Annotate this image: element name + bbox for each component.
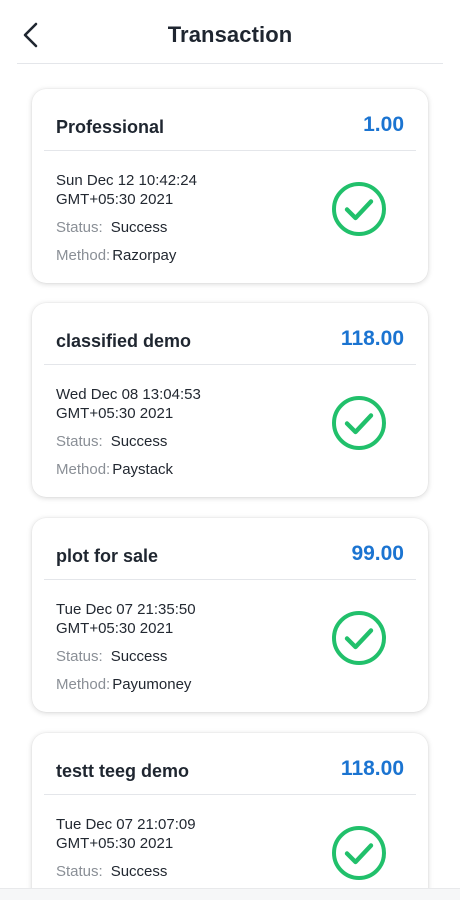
page-title: Transaction: [167, 22, 293, 47]
method-value: Paystack: [112, 461, 174, 478]
transaction-date-line1: Sun Dec 12 10:42:24: [56, 172, 197, 189]
status-label: Status:: [56, 219, 103, 236]
transaction-date-line2: GMT+05:30 2021: [56, 835, 174, 852]
transaction-date: Sun Dec 12 10:42:24 GMT+05:30 2021: [56, 171, 256, 209]
transaction-amount: 1.00: [363, 113, 404, 136]
status-row: Status: Success: [56, 433, 167, 450]
transaction-date: Tue Dec 07 21:07:09 GMT+05:30 2021: [56, 815, 256, 853]
status-value: Success: [110, 863, 168, 880]
status-row: Status: Success: [56, 863, 167, 880]
method-label: Method:: [56, 676, 111, 693]
transaction-title: Professional: [56, 117, 165, 137]
transaction-title: classified demo: [56, 331, 192, 351]
method-value: Payumoney: [112, 676, 192, 693]
card-divider: [44, 150, 416, 151]
status-label: Status:: [56, 648, 103, 665]
method-row: Method: Payumoney: [56, 676, 191, 693]
check-circle-icon: [332, 826, 386, 880]
method-label: Method:: [56, 461, 111, 478]
transaction-amount: 99.00: [351, 542, 404, 565]
status-value: Success: [110, 433, 168, 450]
transaction-title: plot for sale: [56, 546, 159, 566]
transaction-title: testt teeg demo: [56, 761, 190, 781]
bottom-bar: [0, 888, 460, 900]
check-circle-icon: [332, 396, 386, 450]
status-label: Status:: [56, 863, 103, 880]
status-row: Status: Success: [56, 219, 167, 236]
transaction-card[interactable]: testt teeg demo 118.00 Tue Dec 07 21:07:…: [32, 733, 428, 888]
transaction-date: Wed Dec 08 13:04:53 GMT+05:30 2021: [56, 385, 256, 423]
status-label: Status:: [56, 433, 103, 450]
method-row: Method: Razorpay: [56, 247, 176, 264]
status-value: Success: [110, 648, 168, 665]
card-divider: [44, 579, 416, 580]
app-header: Transaction: [0, 0, 460, 64]
transaction-date-line2: GMT+05:30 2021: [56, 405, 174, 422]
transaction-date-line1: Tue Dec 07 21:35:50: [56, 601, 196, 618]
transaction-date-line2: GMT+05:30 2021: [56, 191, 174, 208]
transaction-card[interactable]: Professional 1.00 Sun Dec 12 10:42:24 GM…: [32, 89, 428, 283]
method-value: Razorpay: [112, 247, 177, 264]
transaction-amount: 118.00: [340, 327, 404, 350]
transaction-list[interactable]: Professional 1.00 Sun Dec 12 10:42:24 GM…: [0, 64, 460, 888]
check-circle-icon: [332, 611, 386, 665]
card-divider: [44, 364, 416, 365]
transaction-card[interactable]: classified demo 118.00 Wed Dec 08 13:04:…: [32, 303, 428, 497]
transaction-date-line1: Wed Dec 08 13:04:53: [56, 386, 201, 403]
transaction-date-line1: Tue Dec 07 21:07:09: [56, 816, 196, 833]
transaction-date: Tue Dec 07 21:35:50 GMT+05:30 2021: [56, 600, 256, 638]
transaction-amount: 118.00: [340, 757, 404, 780]
method-row: Method: Paystack: [56, 461, 173, 478]
check-circle-icon: [332, 182, 386, 236]
status-row: Status: Success: [56, 648, 167, 665]
transaction-date-line2: GMT+05:30 2021: [56, 620, 174, 637]
transaction-card[interactable]: plot for sale 99.00 Tue Dec 07 21:35:50 …: [32, 518, 428, 712]
card-divider: [44, 794, 416, 795]
status-value: Success: [110, 219, 168, 236]
method-label: Method:: [56, 247, 111, 264]
